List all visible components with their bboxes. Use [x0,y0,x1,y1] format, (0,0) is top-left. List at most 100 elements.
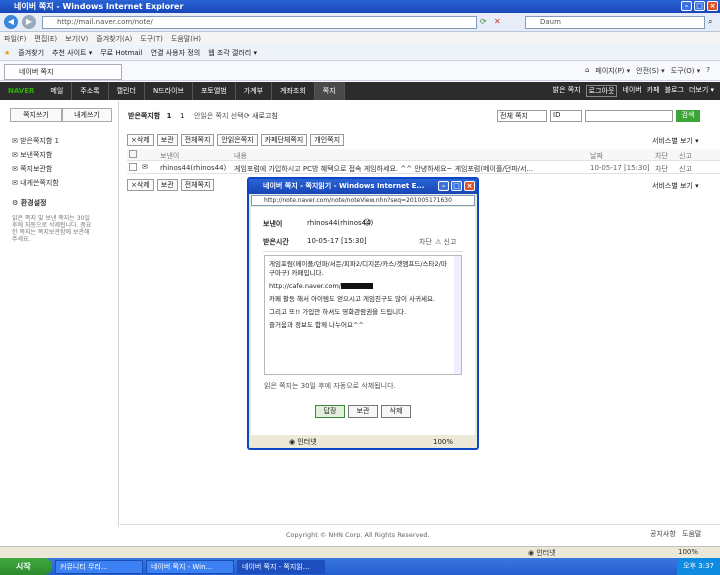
menu-file[interactable]: 파일(F) [4,34,26,44]
filter-select[interactable]: 전체 쪽지 [497,110,547,122]
stop-icon[interactable]: ✕ [494,17,501,26]
refresh-link[interactable]: ⟳ 새로고침 [244,111,278,121]
gnb-cafe[interactable]: 카페 [647,85,660,97]
gnb-more[interactable]: 더보기 ▾ [689,85,714,97]
unread-filter[interactable]: 안읽은쪽지 [217,134,258,146]
tools-menu[interactable]: 도구(O) ▾ [671,66,701,76]
window-title: 네이버 쪽지 - Windows Internet Explorer [14,2,184,11]
gnb-household-book[interactable]: 가계부 [236,82,273,100]
maximize-button[interactable]: □ [694,1,705,11]
back-icon[interactable]: ◀ [4,15,18,29]
gnb-account-check[interactable]: 계좌조회 [272,82,315,100]
menu-view[interactable]: 보기(V) [65,34,88,44]
start-button[interactable]: 시작 [0,558,52,575]
gnb-naver[interactable]: 네이버 [622,85,641,97]
all-notes-filter-bottom[interactable]: 전체쪽지 [180,179,215,191]
sidebar-settings[interactable]: ⚙ 환경설정 [12,198,46,208]
gnb-photo-album[interactable]: 포토앨범 [193,82,236,100]
search-input[interactable]: Daum [525,16,705,29]
popup-maximize-button[interactable]: □ [451,181,462,191]
sidebar-item-sent[interactable]: ✉ 보낸쪽지함 [12,150,52,160]
customize-links[interactable]: 연결 사용자 정의 [151,48,201,58]
footer-help-link[interactable]: 도움말 [682,529,701,539]
popup-close-button[interactable]: × [464,181,475,191]
web-slice-gallery[interactable]: 웹 조각 갤러리 ▾ [208,48,257,58]
menu-tools[interactable]: 도구(T) [140,34,163,44]
note-search-input[interactable] [585,110,673,122]
select-all-checkbox[interactable] [129,150,137,158]
select-unread-link[interactable]: 안읽은 쪽지 선택 [194,111,244,121]
footer-notice-link[interactable]: 공지사항 [650,529,676,539]
popup-block-link[interactable]: 차단 [419,237,432,247]
gnb-ndrive[interactable]: N드라이브 [145,82,193,100]
write-to-me-button[interactable]: 내게쓰기 [62,108,112,122]
zoom-level[interactable]: 100% [678,548,698,556]
gnb-note[interactable]: 쪽지 [314,82,345,100]
page-menu[interactable]: 페이지(P) ▾ [595,66,630,76]
menu-edit[interactable]: 편집(E) [34,34,57,44]
task-note-read[interactable]: 네이버 쪽지 - 쪽지읽... [237,559,325,574]
archive-button-bottom[interactable]: 보관 [156,179,178,191]
popup-titlebar: 네이버 쪽지 - 쪽지읽기 - Windows Internet E... – … [249,179,477,194]
gnb-mail[interactable]: 메일 [42,82,73,100]
reply-button[interactable]: 답장 [315,405,345,418]
popup-minimize-button[interactable]: – [438,181,449,191]
hotmail-link[interactable]: 무료 Hotmail [100,48,142,58]
sidebar-item-archive[interactable]: ✉ 쪽지보관함 [12,164,52,174]
popup-address-bar[interactable]: http://note.naver.com/note/noteView.nhn?… [251,195,475,206]
row-checkbox[interactable] [129,163,137,171]
minimize-button[interactable]: – [681,1,692,11]
menu-bar: 파일(F) 편집(E) 보기(V) 즐겨찾기(A) 도구(T) 도움말(H) [0,32,720,45]
personal-filter[interactable]: 개인쪽지 [310,134,345,146]
sidebar-item-to-me[interactable]: ✉ 내게쓴쪽지함 [12,178,59,188]
popup-report-link[interactable]: ⚠ 신고 [435,237,456,247]
forward-icon[interactable]: ▶ [22,15,36,29]
clock[interactable]: 오후 3:37 [683,562,714,570]
sidebar-item-inbox[interactable]: ✉ 받은쪽지함 1 [12,136,59,146]
sidebar: 쪽지쓰기 내게쓰기 ✉ 받은쪽지함 1 ✉ 보낸쪽지함 ✉ 쪽지보관함 ✉ 내게… [0,101,119,527]
all-notes-filter[interactable]: 전체쪽지 [180,134,215,146]
help-icon[interactable]: ? [706,66,710,76]
gnb-contacts[interactable]: 주소록 [72,82,109,100]
popup-archive-button[interactable]: 보관 [348,405,378,418]
home-icon[interactable]: ⌂ [585,66,589,76]
table-row[interactable]: ✉ rhinos44(rhinos44) 게임포럼에 가입하시고 PC방 혜택으… [127,162,720,174]
gnb-blog[interactable]: 블로그 [665,85,684,97]
address-bar[interactable]: http://mail.naver.com/note/ [42,16,477,29]
safety-menu[interactable]: 안전(S) ▾ [636,66,665,76]
favorites-button[interactable]: 즐겨찾기 [18,48,44,58]
close-button[interactable]: × [707,1,718,11]
taskbar: 시작 커뮤니티 무리... 네이버 쪽지 - Win... 네이버 쪽지 - 쪽… [0,558,720,575]
menu-help[interactable]: 도움말(H) [171,34,201,44]
menu-favorites[interactable]: 즐겨찾기(A) [96,34,132,44]
task-community[interactable]: 커뮤니티 무리... [55,559,143,574]
logout-button[interactable]: 로그아웃 [585,85,618,97]
popup-zoom[interactable]: 100% [433,436,453,448]
field-select[interactable]: ID [550,110,582,122]
gnb-user[interactable]: 밝은 쪽지 [553,85,581,97]
message-line-3: 카페 활동 해서 아이템도 얻으시고 게임친구도 많이 사귀세요. [269,295,436,303]
note-search-button[interactable]: 검색 [676,110,700,122]
copyright: Copyright © NHN Corp. All Rights Reserve… [286,531,430,539]
task-naver-note[interactable]: 네이버 쪽지 - Win... [146,559,234,574]
cafe-group-filter[interactable]: 카페단체쪽지 [260,134,308,146]
delete-button-bottom[interactable]: ×삭제 [127,179,154,191]
row-subject[interactable]: 게임포럼에 가입하시고 PC방 혜택으로 접속 게임하세요. ^^ 안녕하세요~… [234,164,589,174]
archive-button[interactable]: 보관 [156,134,178,146]
naver-logo[interactable]: NAVER [0,87,42,95]
row-block[interactable]: 차단 [655,164,668,174]
delete-button[interactable]: ×삭제 [127,134,154,146]
service-view-menu[interactable]: 서비스별 보기 ▾ [652,136,699,146]
suggested-sites[interactable]: 추천 사이트 ▾ [52,48,92,58]
refresh-icon[interactable]: ⟳ [480,17,487,26]
gnb-calendar[interactable]: 캘린더 [109,82,145,100]
message-scrollbar[interactable] [454,256,461,374]
popup-delete-button[interactable]: 삭제 [381,405,411,418]
service-view-menu-bottom[interactable]: 서비스별 보기 ▾ [652,181,699,191]
tab-naver-note[interactable]: 네이버 쪽지 [4,64,122,80]
row-sender[interactable]: rhinos44(rhinos44) [160,164,226,172]
write-note-button[interactable]: 쪽지쓰기 [10,108,62,122]
row-report[interactable]: 신고 [679,164,692,174]
add-contact-icon[interactable]: ☺ [363,218,371,227]
search-icon[interactable]: ⌕ [708,17,712,27]
